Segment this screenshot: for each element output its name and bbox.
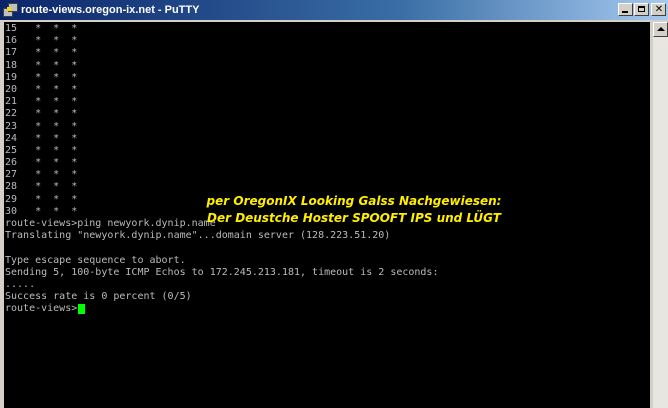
maximize-icon: [638, 6, 645, 12]
terminal-line: 22 * * *: [5, 108, 78, 120]
terminal-line: Sending 5, 100-byte ICMP Echos to 172.24…: [5, 266, 439, 278]
terminal-line: Success rate is 0 percent (0/5): [5, 291, 192, 303]
terminal-line: 21 * * *: [5, 96, 78, 108]
terminal-line: .....: [5, 278, 36, 290]
annotation-overlay: per OregonIX Looking Galss Nachgewiesen:…: [184, 193, 524, 227]
window-title: route-views.oregon-ix.net - PuTTY: [21, 4, 200, 16]
terminal-line: 18 * * *: [5, 59, 78, 71]
annotation-line-2: Der Deustche Hoster SPOOFT IPS und LÜGT: [207, 211, 501, 225]
terminal-line: 17 * * *: [5, 47, 78, 59]
terminal-line: 15 * * *: [5, 23, 78, 34]
putty-window: route-views.oregon-ix.net - PuTTY ✕ 15 *…: [0, 0, 668, 408]
terminal-line: 16 * * *: [5, 35, 78, 47]
vertical-scrollbar[interactable]: [652, 22, 668, 408]
terminal-line: Translating "newyork.dynip.name"...domai…: [5, 230, 391, 242]
terminal-line: 23 * * *: [5, 120, 78, 132]
scroll-up-arrow-icon: [657, 27, 665, 31]
terminal-line: 27 * * *: [5, 169, 78, 181]
terminal-line: 26 * * *: [5, 157, 78, 169]
terminal-line: 25 * * *: [5, 144, 78, 156]
annotation-line-1: per OregonIX Looking Galss Nachgewiesen:: [206, 194, 502, 208]
close-button[interactable]: ✕: [651, 3, 666, 16]
terminal-line: Type escape sequence to abort.: [5, 254, 186, 266]
putty-icon[interactable]: [3, 3, 18, 17]
terminal-line: 19 * * *: [5, 71, 78, 83]
terminal-area[interactable]: 15 * * * 16 * * * 17 * * * 18 * * * 19 *…: [4, 22, 650, 408]
minimize-button[interactable]: [618, 3, 633, 16]
minimize-icon: [622, 11, 628, 13]
title-bar[interactable]: route-views.oregon-ix.net - PuTTY ✕: [0, 0, 668, 20]
scroll-up-button[interactable]: [653, 22, 668, 37]
terminal-line: 20 * * *: [5, 83, 78, 95]
terminal-line: 28 * * *: [5, 181, 78, 193]
terminal-cursor: [78, 304, 86, 315]
terminal-output: 15 * * * 16 * * * 17 * * * 18 * * * 19 *…: [5, 23, 438, 316]
maximize-button[interactable]: [634, 3, 649, 16]
close-icon: ✕: [654, 4, 664, 15]
terminal-line: 24 * * *: [5, 132, 78, 144]
terminal-prompt-line[interactable]: route-views>: [5, 303, 438, 315]
terminal-prompt: route-views>: [5, 303, 78, 315]
window-controls: ✕: [617, 3, 666, 16]
